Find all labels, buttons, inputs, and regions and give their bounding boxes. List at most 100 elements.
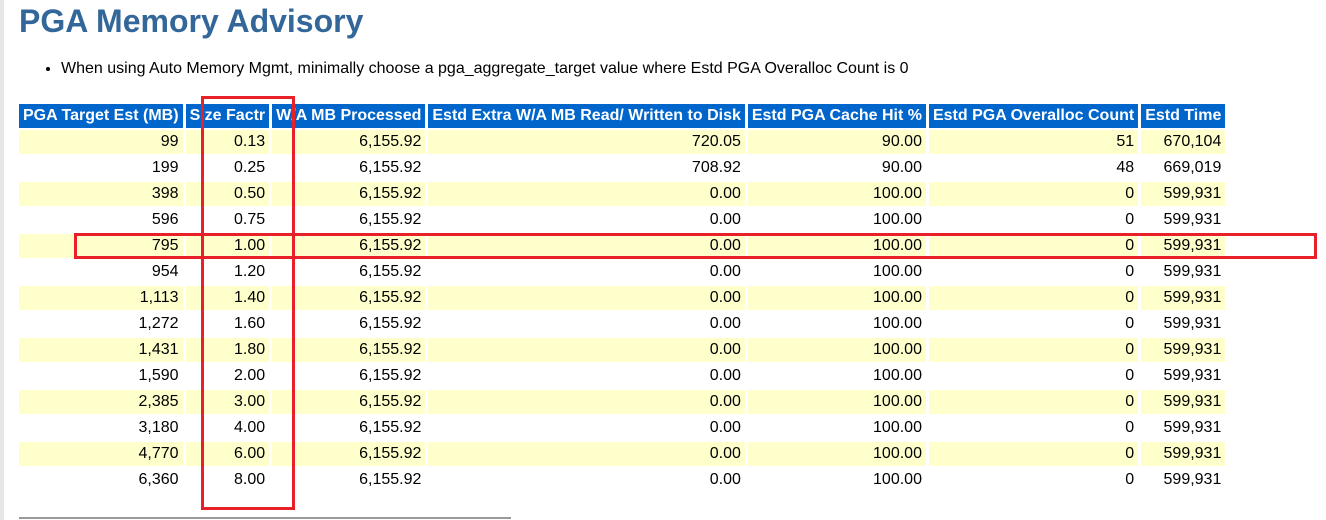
size-factor-cell: 3.00 [185, 390, 270, 414]
extra-wa-mb-cell: 720.05 [428, 130, 745, 154]
cache-hit-cell: 100.00 [747, 182, 926, 206]
cache-hit-cell: 90.00 [747, 156, 926, 180]
overalloc-count-cell: 0 [928, 416, 1139, 440]
size-factor-cell: 0.50 [185, 182, 270, 206]
overalloc-count-cell: 0 [928, 390, 1139, 414]
page-title: PGA Memory Advisory [19, 3, 364, 39]
size-factor-cell: 1.80 [185, 338, 270, 362]
cache-hit-cell: 100.00 [747, 416, 926, 440]
wa-mb-processed-cell: 6,155.92 [272, 468, 426, 492]
wa-mb-processed-cell: 6,155.92 [272, 130, 426, 154]
wa-mb-processed-cell: 6,155.92 [272, 364, 426, 388]
overalloc-count-cell: 48 [928, 156, 1139, 180]
size-factor-cell: 2.00 [185, 364, 270, 388]
estd-time-cell: 599,931 [1141, 442, 1226, 466]
extra-wa-mb-cell: 708.92 [428, 156, 745, 180]
cache-hit-cell: 100.00 [747, 338, 926, 362]
cache-hit-cell: 100.00 [747, 260, 926, 284]
cache-hit-cell: 100.00 [747, 442, 926, 466]
column-header-overalloc-count[interactable]: Estd PGA Overalloc Count [928, 104, 1139, 128]
table-row: 4,770 6.00 6,155.92 0.00 100.00 0 599,931 [19, 442, 1226, 466]
size-factor-cell: 0.25 [185, 156, 270, 180]
pga-target-cell: 1,272 [19, 312, 183, 336]
pga-target-cell: 1,590 [19, 364, 183, 388]
estd-time-cell: 599,931 [1141, 338, 1226, 362]
size-factor-cell: 0.75 [185, 208, 270, 232]
wa-mb-processed-cell: 6,155.92 [272, 338, 426, 362]
pga-target-cell: 954 [19, 260, 183, 284]
wa-mb-processed-cell: 6,155.92 [272, 234, 426, 258]
column-header-size-factor[interactable]: Size Factr [185, 104, 270, 128]
pga-target-cell: 199 [19, 156, 183, 180]
table-row: 99 0.13 6,155.92 720.05 90.00 51 670,104 [19, 130, 1226, 154]
cache-hit-cell: 100.00 [747, 286, 926, 310]
size-factor-cell: 8.00 [185, 468, 270, 492]
wa-mb-processed-cell: 6,155.92 [272, 208, 426, 232]
table-row: 199 0.25 6,155.92 708.92 90.00 48 669,019 [19, 156, 1226, 180]
cache-hit-cell: 90.00 [747, 130, 926, 154]
extra-wa-mb-cell: 0.00 [428, 468, 745, 492]
estd-time-cell: 599,931 [1141, 416, 1226, 440]
overalloc-count-cell: 0 [928, 208, 1139, 232]
extra-wa-mb-cell: 0.00 [428, 390, 745, 414]
table-header-row: PGA Target Est (MB) Size Factr W/A MB Pr… [19, 104, 1226, 128]
extra-wa-mb-cell: 0.00 [428, 260, 745, 284]
pga-advisory-table: PGA Target Est (MB) Size Factr W/A MB Pr… [16, 102, 1228, 494]
wa-mb-processed-cell: 6,155.92 [272, 416, 426, 440]
column-header-extra-wa-mb[interactable]: Estd Extra W/A MB Read/ Written to Disk [428, 104, 745, 128]
estd-time-cell: 599,931 [1141, 468, 1226, 492]
wa-mb-processed-cell: 6,155.92 [272, 260, 426, 284]
column-header-cache-hit[interactable]: Estd PGA Cache Hit % [747, 104, 926, 128]
extra-wa-mb-cell: 0.00 [428, 338, 745, 362]
overalloc-count-cell: 0 [928, 260, 1139, 284]
notes-list: When using Auto Memory Mgmt, minimally c… [44, 59, 1061, 79]
overalloc-count-cell: 0 [928, 468, 1139, 492]
wa-mb-processed-cell: 6,155.92 [272, 312, 426, 336]
cache-hit-cell: 100.00 [747, 390, 926, 414]
size-factor-cell: 1.00 [185, 234, 270, 258]
extra-wa-mb-cell: 0.00 [428, 182, 745, 206]
column-header-pga-target[interactable]: PGA Target Est (MB) [19, 104, 183, 128]
pga-target-cell: 795 [19, 234, 183, 258]
column-header-wa-mb-processed[interactable]: W/A MB Processed [272, 104, 426, 128]
pga-target-cell: 99 [19, 130, 183, 154]
pga-target-cell: 2,385 [19, 390, 183, 414]
pga-target-cell: 1,431 [19, 338, 183, 362]
pga-target-cell: 4,770 [19, 442, 183, 466]
extra-wa-mb-cell: 0.00 [428, 442, 745, 466]
size-factor-cell: 1.60 [185, 312, 270, 336]
wa-mb-processed-cell: 6,155.92 [272, 390, 426, 414]
pga-target-cell: 6,360 [19, 468, 183, 492]
wa-mb-processed-cell: 6,155.92 [272, 182, 426, 206]
wa-mb-processed-cell: 6,155.92 [272, 442, 426, 466]
table-row: 1,113 1.40 6,155.92 0.00 100.00 0 599,931 [19, 286, 1226, 310]
cache-hit-cell: 100.00 [747, 312, 926, 336]
cache-hit-cell: 100.00 [747, 468, 926, 492]
estd-time-cell: 599,931 [1141, 208, 1226, 232]
estd-time-cell: 599,931 [1141, 260, 1226, 284]
pga-target-cell: 596 [19, 208, 183, 232]
estd-time-cell: 599,931 [1141, 286, 1226, 310]
size-factor-cell: 0.13 [185, 130, 270, 154]
pga-target-cell: 1,113 [19, 286, 183, 310]
overalloc-count-cell: 0 [928, 312, 1139, 336]
size-factor-cell: 6.00 [185, 442, 270, 466]
pga-target-cell: 398 [19, 182, 183, 206]
overalloc-count-cell: 0 [928, 286, 1139, 310]
estd-time-cell: 599,931 [1141, 312, 1226, 336]
estd-time-cell: 670,104 [1141, 130, 1226, 154]
pga-target-cell: 3,180 [19, 416, 183, 440]
table-row: 398 0.50 6,155.92 0.00 100.00 0 599,931 [19, 182, 1226, 206]
table-row: 6,360 8.00 6,155.92 0.00 100.00 0 599,931 [19, 468, 1226, 492]
cache-hit-cell: 100.00 [747, 208, 926, 232]
table-row: 3,180 4.00 6,155.92 0.00 100.00 0 599,931 [19, 416, 1226, 440]
table-row: 1,431 1.80 6,155.92 0.00 100.00 0 599,931 [19, 338, 1226, 362]
overalloc-count-cell: 51 [928, 130, 1139, 154]
column-header-estd-time[interactable]: Estd Time [1141, 104, 1226, 128]
overalloc-count-cell: 0 [928, 182, 1139, 206]
estd-time-cell: 599,931 [1141, 390, 1226, 414]
table-row: 2,385 3.00 6,155.92 0.00 100.00 0 599,931 [19, 390, 1226, 414]
overalloc-count-cell: 0 [928, 338, 1139, 362]
extra-wa-mb-cell: 0.00 [428, 208, 745, 232]
table-row: 596 0.75 6,155.92 0.00 100.00 0 599,931 [19, 208, 1226, 232]
